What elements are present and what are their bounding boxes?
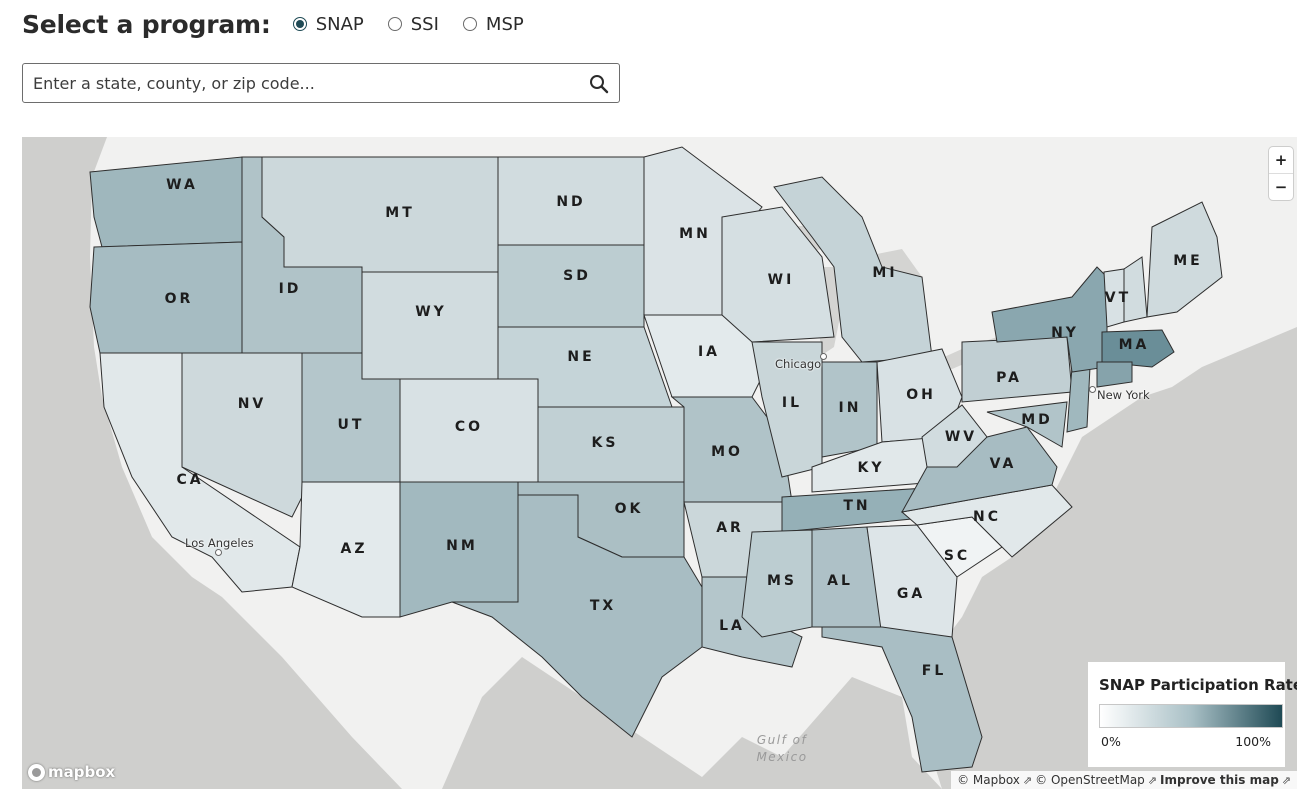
improve-map-link[interactable]: Improve this map (1160, 773, 1279, 787)
gulf-of-mexico (442, 657, 942, 789)
state-label: OH (906, 387, 936, 403)
state-label: SC (943, 548, 971, 564)
city-label-chicago: Chicago (775, 357, 822, 371)
program-title: Select a program: (22, 9, 271, 39)
city-dot-los-angeles (215, 549, 222, 556)
attribution-mapbox-link[interactable]: © Mapbox (957, 773, 1020, 787)
state-label: NV (237, 396, 267, 412)
state-label: WI (767, 272, 795, 288)
map[interactable]: WA OR CA ID NV MT WY UT AZ CO NM ND SD N… (22, 137, 1297, 789)
radio-label-snap: SNAP (315, 13, 364, 35)
legend-title: SNAP Participation Rate (1099, 676, 1297, 694)
radio-snap[interactable]: SNAP (292, 13, 364, 35)
city-label-los-angeles: Los Angeles (185, 536, 254, 550)
radio-label-msp: MSP (485, 13, 524, 35)
state-label: ND (556, 194, 586, 210)
mapbox-logo-icon (28, 763, 45, 781)
legend-gradient-bar (1099, 704, 1283, 728)
state-label: SD (563, 268, 591, 284)
legend-min-label: 0% (1101, 734, 1121, 749)
search-box (22, 63, 620, 103)
state-label: KS (591, 435, 619, 451)
state-label: UT (337, 417, 365, 433)
search-icon[interactable] (589, 74, 609, 94)
radio-button-ssi[interactable] (387, 17, 402, 31)
state-label: LA (719, 618, 745, 634)
state-ct[interactable] (1096, 361, 1133, 388)
radio-msp[interactable]: MSP (462, 13, 524, 35)
state-label: OR (164, 291, 194, 307)
state-label: AR (716, 520, 744, 536)
map-attribution: © Mapbox ⇗ © OpenStreetMap ⇗ Improve thi… (951, 771, 1297, 789)
state-wa[interactable] (89, 156, 243, 248)
state-label: ID (278, 281, 302, 297)
search-input[interactable] (33, 64, 573, 102)
external-link-icon: ⇗ (1281, 773, 1291, 787)
mapbox-logo-text: mapbox (48, 763, 116, 781)
state-label: IN (838, 400, 862, 416)
radio-button-msp[interactable] (462, 17, 477, 31)
state-label: TN (843, 498, 871, 514)
state-label: NY (1051, 325, 1079, 341)
state-label: MA (1118, 337, 1150, 353)
state-label: MD (1021, 412, 1053, 428)
state-label: AL (827, 573, 853, 589)
state-label: MO (711, 444, 743, 460)
radio-ssi[interactable]: SSI (387, 13, 439, 35)
state-label: AZ (340, 541, 368, 557)
state-label: ME (1173, 253, 1203, 269)
state-label: IL (781, 395, 803, 411)
water-label-gulf: Gulf of Mexico (756, 733, 808, 764)
external-link-icon: ⇗ (1022, 773, 1033, 787)
attribution-osm-link[interactable]: © OpenStreetMap (1035, 773, 1145, 787)
zoom-out-button[interactable]: − (1269, 173, 1293, 200)
state-label: OK (614, 501, 644, 517)
radio-button-snap[interactable] (292, 17, 307, 31)
state-label: VT (1104, 290, 1132, 306)
radio-label-ssi: SSI (410, 13, 439, 35)
state-label: NE (567, 349, 595, 365)
zoom-controls: + − (1269, 147, 1293, 200)
state-label: GA (896, 586, 926, 602)
state-mt[interactable] (261, 156, 499, 273)
city-label-new-york: New York (1097, 388, 1150, 402)
state-label: FL (921, 663, 947, 679)
legend-max-label: 100% (1235, 734, 1271, 749)
state-label: NM (446, 538, 478, 554)
state-sd[interactable] (497, 244, 645, 328)
state-label: CA (176, 472, 204, 488)
state-label: MT (385, 205, 415, 221)
legend: SNAP Participation Rate 0% 100% (1088, 662, 1297, 767)
state-wy[interactable] (361, 271, 499, 380)
state-label: MI (872, 265, 898, 281)
state-label: WV (944, 429, 978, 445)
mapbox-logo[interactable]: mapbox (28, 763, 115, 781)
state-label: TX (589, 598, 617, 614)
state-label: NC (973, 509, 1001, 525)
state-label: WA (166, 177, 198, 193)
state-label: CO (454, 419, 484, 435)
state-label: WY (415, 304, 447, 320)
state-label: MN (679, 226, 711, 242)
state-label: PA (996, 370, 1022, 386)
city-dot-new-york (1089, 386, 1096, 393)
legend-ticks: 0% 100% (1099, 734, 1274, 749)
program-selector: Select a program: SNAP SSI MSP (22, 6, 548, 42)
zoom-in-button[interactable]: + (1269, 147, 1293, 173)
state-label: VA (989, 456, 1017, 472)
state-label: IA (697, 344, 721, 360)
state-label: KY (857, 460, 885, 476)
external-link-icon: ⇗ (1147, 773, 1158, 787)
state-label: MS (766, 573, 798, 589)
